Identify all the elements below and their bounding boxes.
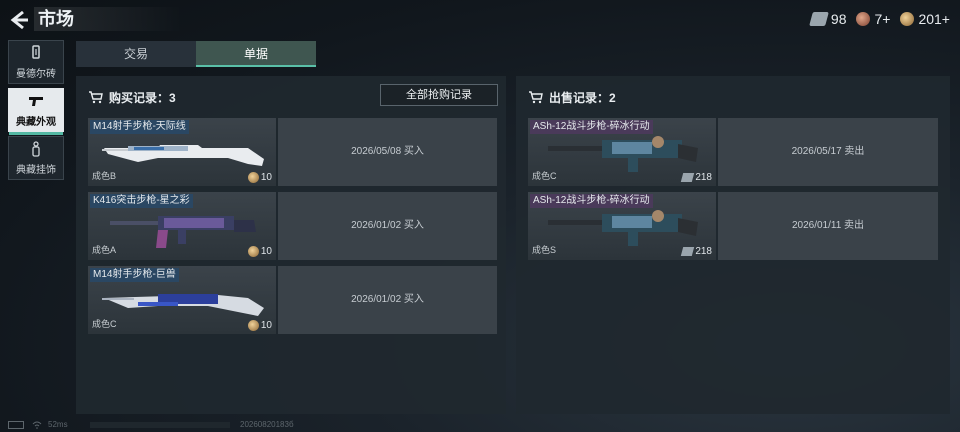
item-price: 218 — [681, 172, 712, 183]
pistol-icon — [29, 97, 43, 106]
item-card[interactable]: K416突击步枪-星之彩 成色A 10 — [88, 192, 276, 260]
item-card[interactable]: M14射手步枪-天际线 成色B 10 — [88, 118, 276, 186]
item-card[interactable]: M14射手步枪-巨兽 成色C 10 — [88, 266, 276, 334]
rifle-image — [102, 145, 264, 166]
wifi-icon — [32, 421, 42, 429]
sidebar-item-collection-charms[interactable]: 典藏挂饰 — [8, 136, 64, 180]
item-card[interactable]: ASh-12战斗步枪-碎冰行动 成色S 218 — [528, 192, 716, 260]
item-price: 10 — [247, 246, 272, 257]
item-name: ASh-12战斗步枪-碎冰行动 — [530, 120, 653, 134]
buy-records-header: 购买记录：3 — [88, 88, 176, 106]
currency-red-coin-value: 7+ — [874, 11, 891, 27]
rifle-image — [110, 216, 256, 248]
rifle-image — [102, 294, 264, 316]
footer-bar — [90, 422, 230, 428]
back-arrow-icon[interactable] — [8, 9, 30, 31]
item-grade: 成色A — [92, 245, 117, 255]
currency-ticket[interactable]: 98 — [809, 11, 847, 27]
all-purchase-records-button[interactable]: 全部抢购记录 — [380, 84, 498, 106]
sell-record-row[interactable]: ASh-12战斗步枪-碎冰行动 成色C 218 2026/05/17 卖出 — [528, 118, 938, 186]
item-price-value: 218 — [695, 172, 712, 183]
sidebar-item-label: 曼德尔砖 — [16, 69, 56, 80]
cart-icon — [89, 91, 103, 104]
cart-icon — [529, 91, 543, 104]
gold-coin-icon — [900, 12, 915, 26]
item-grade: 成色S — [532, 245, 557, 255]
gold-coin-icon — [247, 320, 259, 331]
ping-readout: 52ms — [48, 420, 68, 429]
buy-record-row[interactable]: M14射手步枪-天际线 成色B 10 2026/05/08 买入 — [88, 118, 497, 186]
item-price-value: 218 — [695, 246, 712, 257]
item-card[interactable]: ASh-12战斗步枪-碎冰行动 成色C 218 — [528, 118, 716, 186]
sell-records-title: 出售记录：2 — [549, 90, 616, 105]
rifle-image — [548, 136, 698, 172]
page-title: 市场 — [34, 7, 182, 31]
item-price: 218 — [681, 246, 712, 257]
sidebar: 曼德尔砖 典藏外观 典藏挂饰 — [8, 40, 64, 184]
status-footer: 52ms 20260820183б — [0, 418, 960, 432]
gold-coin-icon — [247, 246, 259, 257]
gold-coin-icon — [247, 172, 259, 183]
battery-icon — [8, 421, 24, 429]
currency-ticket-value: 98 — [830, 11, 847, 27]
item-price: 10 — [247, 172, 272, 183]
buy-record-row[interactable]: M14射手步枪-巨兽 成色C 10 2026/01/02 买入 — [88, 266, 497, 334]
transaction-info: 2026/01/02 买入 — [278, 266, 497, 334]
brick-icon — [32, 45, 40, 59]
transaction-info: 2026/05/08 买入 — [278, 118, 497, 186]
transaction-info: 2026/05/17 卖出 — [718, 118, 938, 186]
tab-records[interactable]: 单据 — [196, 41, 316, 67]
item-price-value: 10 — [260, 172, 272, 183]
sidebar-item-collection-skins[interactable]: 典藏外观 — [8, 88, 64, 135]
item-grade: 成色C — [532, 171, 557, 181]
sell-record-row[interactable]: ASh-12战斗步枪-碎冰行动 成色S 218 2026/01/11 卖出 — [528, 192, 938, 260]
currency-bar: 98 7+ 201+ — [809, 9, 950, 29]
sell-records-header: 出售记录：2 — [528, 88, 616, 106]
top-bar: 市场 98 7+ 201+ — [0, 0, 960, 38]
item-price-value: 10 — [260, 246, 272, 257]
tab-bar: 交易 单据 — [76, 41, 316, 67]
build-number: 20260820183б — [240, 420, 294, 429]
currency-gold-coin[interactable]: 201+ — [900, 11, 950, 27]
transaction-info: 2026/01/11 卖出 — [718, 192, 938, 260]
currency-gold-coin-value: 201+ — [918, 11, 950, 27]
charm-icon — [32, 141, 40, 157]
item-name: M14射手步枪-天际线 — [90, 120, 189, 134]
buy-records-panel: 购买记录：3 全部抢购记录 M14射手步枪-天际线 成色B 10 2026/05… — [76, 76, 506, 414]
buy-record-row[interactable]: K416突击步枪-星之彩 成色A 10 2026/01/02 买入 — [88, 192, 497, 260]
item-name: M14射手步枪-巨兽 — [90, 268, 179, 282]
sell-records-panel: 出售记录：2 ASh-12战斗步枪-碎冰行动 成色C 218 2026/05/1… — [516, 76, 950, 414]
currency-red-coin[interactable]: 7+ — [856, 11, 890, 27]
sidebar-item-brick[interactable]: 曼德尔砖 — [8, 40, 64, 84]
sidebar-item-label: 典藏挂饰 — [16, 165, 56, 176]
rifle-image — [548, 210, 698, 246]
item-name: K416突击步枪-星之彩 — [90, 194, 193, 208]
item-name: ASh-12战斗步枪-碎冰行动 — [530, 194, 653, 208]
transaction-info: 2026/01/02 买入 — [278, 192, 497, 260]
tab-trade[interactable]: 交易 — [76, 41, 196, 67]
item-price: 10 — [247, 320, 272, 331]
buy-records-title: 购买记录：3 — [109, 90, 176, 105]
red-coin-icon — [856, 12, 871, 26]
item-price-value: 10 — [260, 320, 272, 331]
ticket-icon — [681, 173, 695, 182]
ticket-icon — [809, 12, 829, 26]
item-grade: 成色B — [92, 171, 117, 181]
item-grade: 成色C — [92, 319, 117, 329]
ticket-icon — [681, 247, 695, 256]
sidebar-item-label: 典藏外观 — [16, 117, 56, 128]
